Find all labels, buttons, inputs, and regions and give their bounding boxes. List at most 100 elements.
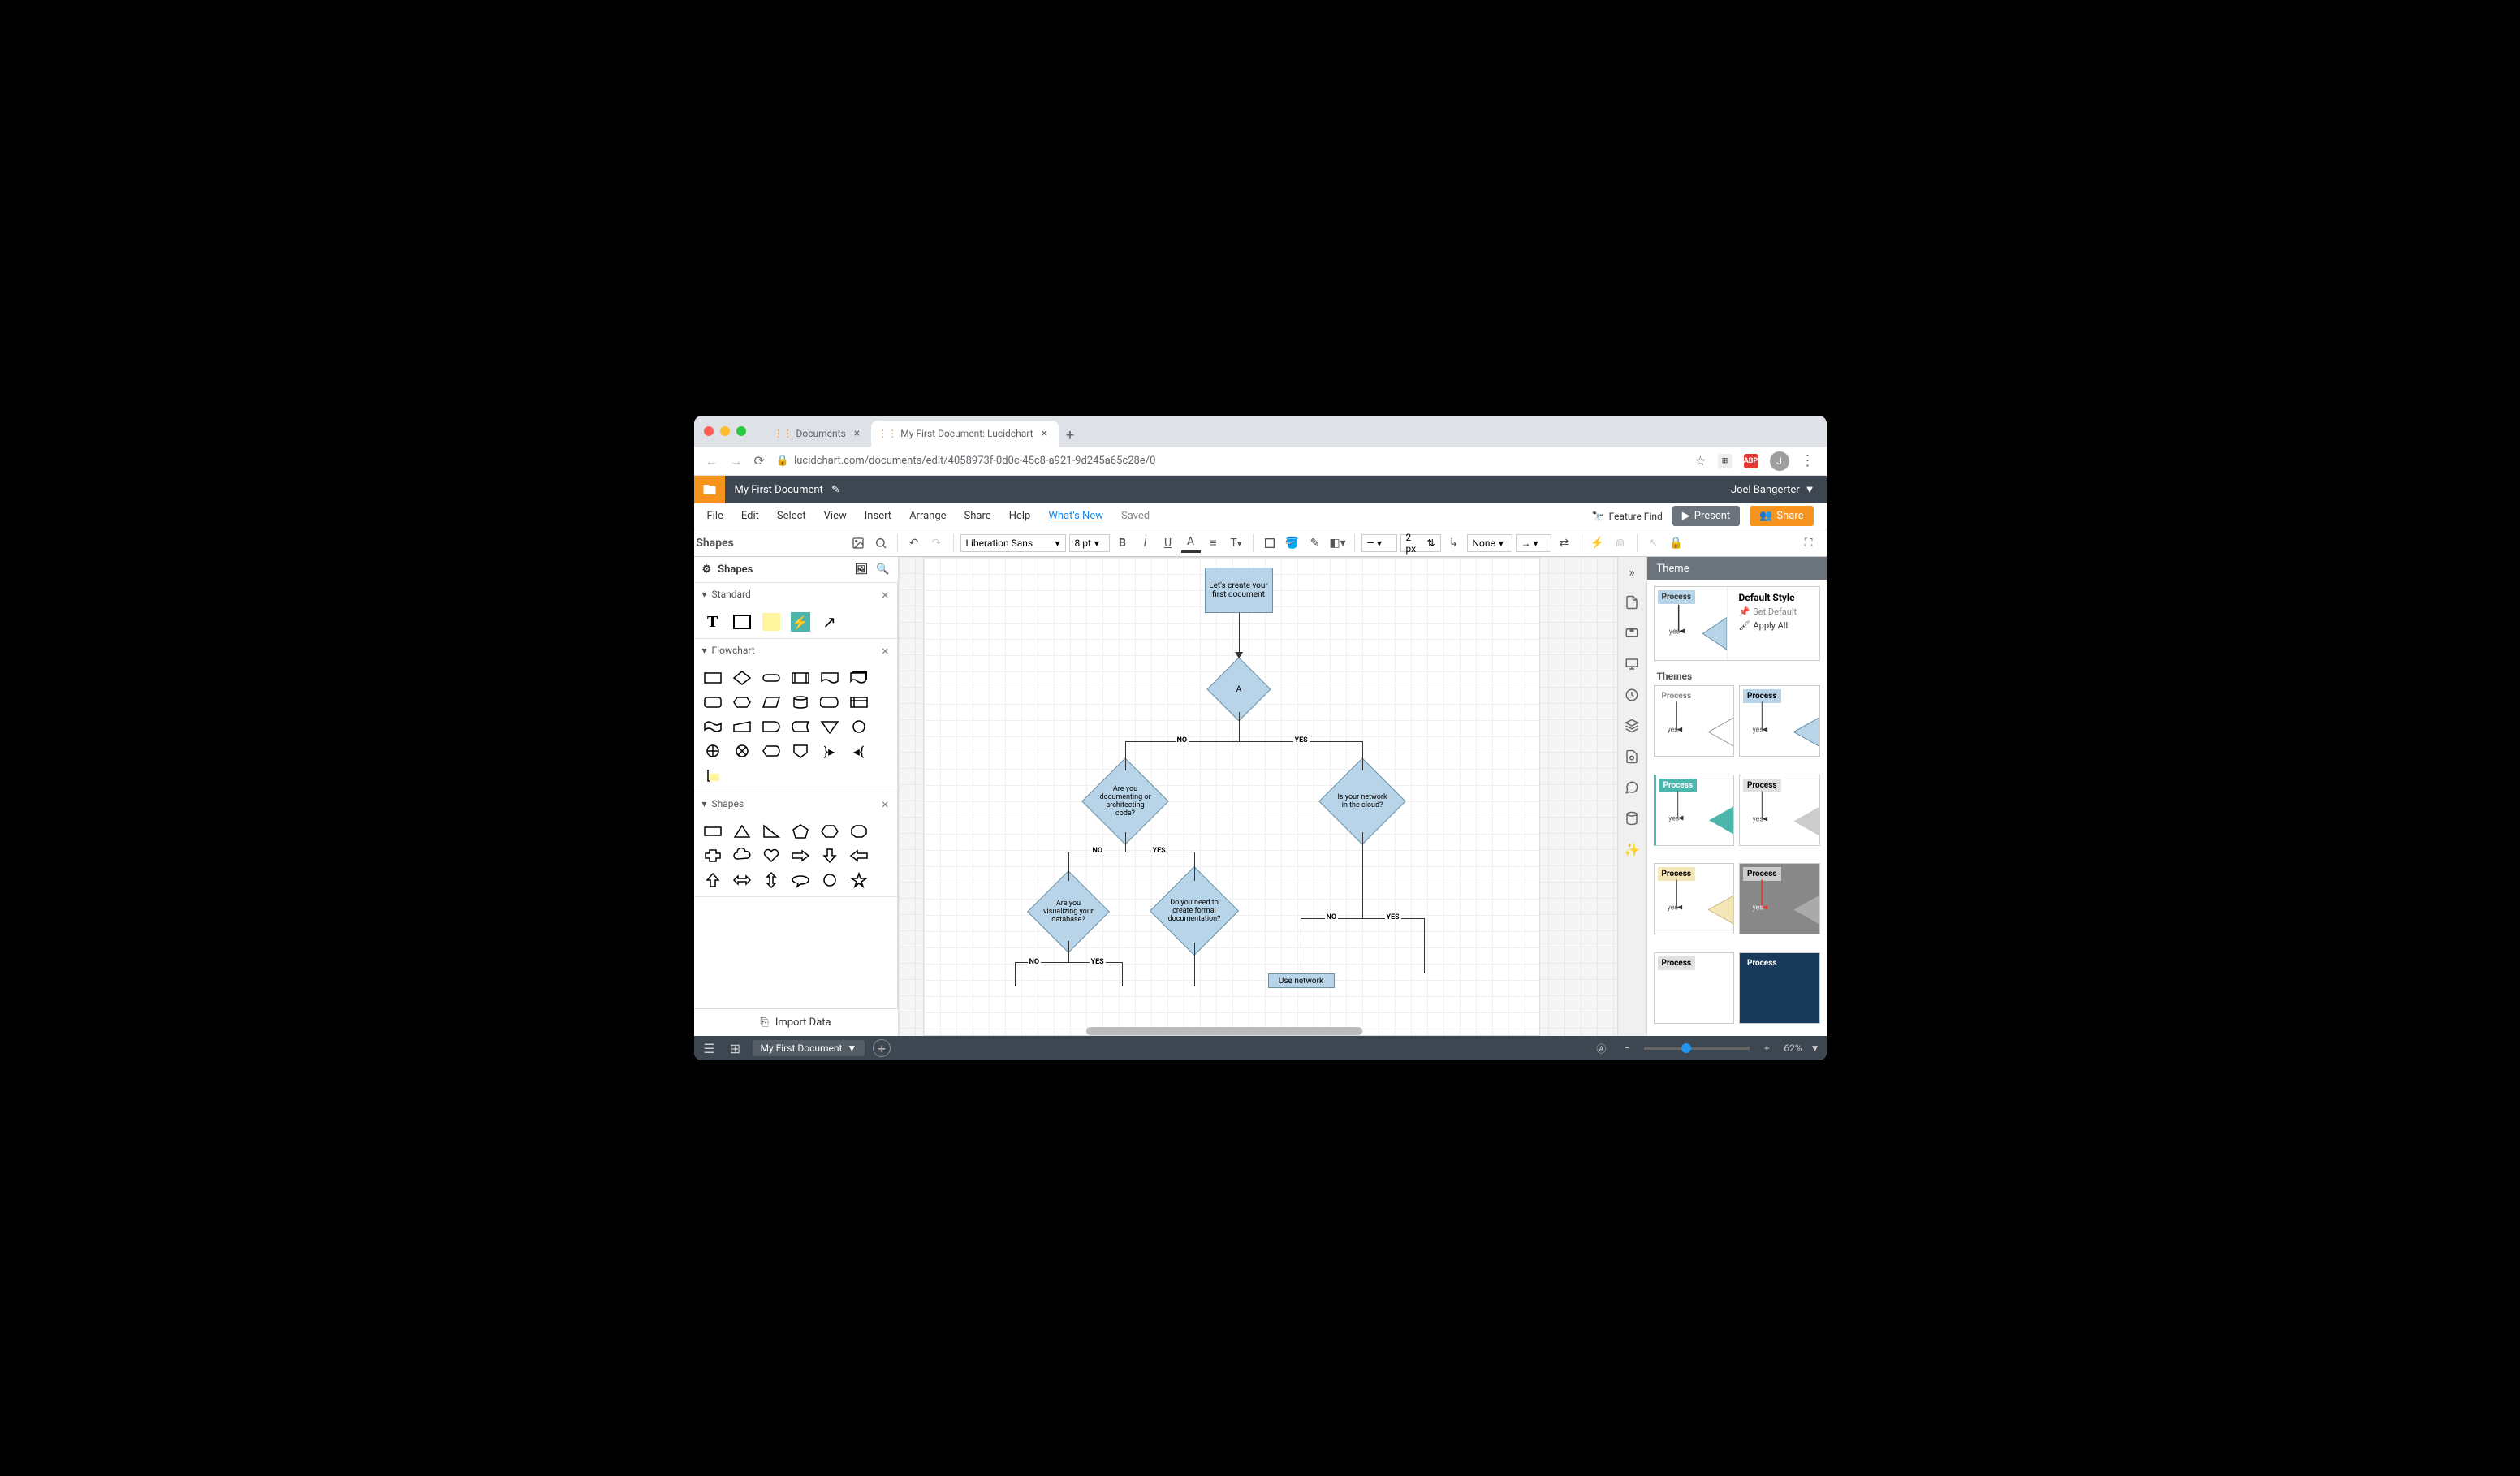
maximize-window[interactable] — [736, 426, 746, 436]
theme-card[interactable]: Process — [1739, 952, 1820, 1024]
font-size-select[interactable]: 8 pt ▾ — [1069, 534, 1110, 552]
lib-flowchart-header[interactable]: ▾ Flowchart × — [694, 639, 897, 662]
doc-title[interactable]: My First Document ✎ — [725, 484, 1720, 496]
theme-card[interactable]: Processyes — [1654, 685, 1735, 757]
shape-storeddata[interactable] — [787, 715, 814, 738]
home-folder-icon[interactable] — [694, 476, 725, 503]
shape-circle[interactable] — [816, 869, 844, 891]
shape-text[interactable]: T — [699, 611, 727, 633]
shape-callout[interactable] — [787, 869, 814, 891]
font-select[interactable]: Liberation Sans ▾ — [960, 534, 1066, 552]
swap-icon[interactable]: ⇄ — [1555, 533, 1574, 553]
theme-card[interactable]: Processyes — [1739, 685, 1820, 757]
shape-document[interactable] — [816, 667, 844, 689]
bookmark-icon[interactable]: ☆ — [1694, 453, 1706, 468]
image-icon[interactable]: 🖼 — [855, 563, 869, 576]
whats-new-link[interactable]: What's New — [1048, 510, 1103, 522]
shape-options-icon[interactable]: ◧▾ — [1328, 533, 1348, 553]
history-icon[interactable] — [1622, 685, 1642, 705]
shape-note-flow[interactable] — [699, 764, 727, 787]
reload-button[interactable]: ⟳ — [754, 453, 765, 468]
menu-share[interactable]: Share — [964, 510, 991, 522]
comment-icon[interactable]: "" — [1622, 624, 1642, 643]
master-icon[interactable] — [1622, 747, 1642, 766]
shape-triangle[interactable] — [728, 820, 756, 843]
shape-arrow[interactable]: ↗ — [816, 611, 844, 633]
close-icon[interactable]: × — [882, 587, 889, 602]
add-page-button[interactable]: + — [873, 1039, 891, 1057]
shape-process[interactable] — [699, 667, 727, 689]
bold-icon[interactable]: B — [1113, 533, 1133, 553]
undo-icon[interactable]: ↶ — [904, 533, 924, 553]
theme-card[interactable]: Processyes — [1654, 863, 1735, 934]
layers-icon[interactable] — [1622, 716, 1642, 736]
shape-brace-right[interactable]: }▸ — [816, 740, 844, 762]
shape-terminator[interactable] — [757, 667, 785, 689]
abp-icon[interactable]: ABP — [1744, 454, 1758, 468]
shape-directdata[interactable] — [816, 691, 844, 714]
lib-standard-header[interactable]: ▾ Standard × — [694, 583, 897, 606]
menu-help[interactable]: Help — [1009, 510, 1031, 522]
endpoint-select[interactable]: None ▾ — [1467, 534, 1512, 552]
tab-documents[interactable]: ⋮⋮ Documents × — [767, 421, 872, 447]
shape-arrow-right[interactable] — [787, 844, 814, 867]
fullscreen-icon[interactable]: ⛶ — [1799, 533, 1819, 553]
menu-file[interactable]: File — [707, 510, 723, 522]
shape-hotspot[interactable]: ⚡ — [787, 611, 814, 633]
shape-hexagon[interactable] — [728, 691, 756, 714]
shape-block[interactable] — [728, 611, 756, 633]
theme-card[interactable]: Processyes — [1654, 775, 1735, 846]
menu-edit[interactable]: Edit — [741, 510, 759, 522]
redo-icon[interactable]: ↷ — [927, 533, 947, 553]
menu-icon[interactable]: ⋮ — [1801, 452, 1815, 469]
close-icon[interactable]: × — [882, 643, 889, 658]
menu-select[interactable]: Select — [777, 510, 806, 522]
data-icon[interactable] — [1622, 809, 1642, 828]
arrow-select[interactable]: → ▾ — [1516, 534, 1551, 552]
forward-button[interactable]: → — [730, 453, 743, 469]
shape-octagon[interactable] — [845, 820, 873, 843]
extension-icon[interactable]: ⊞ — [1718, 454, 1732, 468]
wand-icon[interactable]: ✨ — [1622, 839, 1642, 859]
h-scrollbar[interactable] — [1086, 1027, 1362, 1035]
profile-avatar[interactable]: J — [1770, 451, 1789, 471]
fill-icon[interactable] — [1260, 533, 1279, 553]
grid-view-icon[interactable]: ⊞ — [727, 1039, 744, 1057]
shape-internal[interactable] — [845, 691, 873, 714]
shape-arrow-up[interactable] — [699, 869, 727, 891]
feature-find[interactable]: 🔭 Feature Find — [1592, 511, 1663, 522]
shape-heart[interactable] — [757, 844, 785, 867]
theme-card[interactable]: Process — [1654, 952, 1735, 1024]
text-options-icon[interactable]: T▾ — [1227, 533, 1246, 553]
shape-manualinput[interactable] — [728, 715, 756, 738]
page-selector[interactable]: My First Document ▼ — [753, 1040, 865, 1056]
shape-summing[interactable] — [728, 740, 756, 762]
shape-database[interactable] — [787, 691, 814, 714]
shape-papertape[interactable] — [699, 715, 727, 738]
zoom-in-icon[interactable]: + — [1758, 1039, 1776, 1057]
theme-card[interactable]: Processyes — [1739, 863, 1820, 934]
shape-decision[interactable] — [728, 667, 756, 689]
shape-merge[interactable] — [816, 715, 844, 738]
align-icon[interactable]: ≡ — [1204, 533, 1223, 553]
search-icon[interactable]: 🔍 — [876, 563, 889, 576]
shape-predefined[interactable] — [787, 667, 814, 689]
shape-pentagon[interactable] — [787, 820, 814, 843]
shape-star[interactable] — [845, 869, 873, 891]
shape-cloud[interactable] — [728, 844, 756, 867]
underline-icon[interactable]: U — [1159, 533, 1178, 553]
line-type-icon[interactable]: ↳ — [1444, 533, 1464, 553]
url-field[interactable]: 🔒 lucidchart.com/documents/edit/4058973f… — [776, 455, 1683, 467]
bucket-icon[interactable]: 🪣 — [1283, 533, 1302, 553]
back-button[interactable]: ← — [706, 453, 718, 469]
shape-connector[interactable] — [845, 715, 873, 738]
shape-offpage[interactable] — [787, 740, 814, 762]
accessibility-icon[interactable]: Ⓐ — [1592, 1039, 1610, 1057]
presentation-icon[interactable] — [1622, 654, 1642, 674]
lib-shapes-header[interactable]: ▾ Shapes × — [694, 792, 897, 815]
lock-icon[interactable]: 🔒 — [1667, 533, 1686, 553]
shape-cross[interactable] — [699, 844, 727, 867]
present-button[interactable]: ▶ Present — [1672, 506, 1740, 526]
shapes-toggle[interactable]: Shapes — [706, 533, 725, 553]
list-view-icon[interactable]: ☰ — [701, 1039, 718, 1057]
